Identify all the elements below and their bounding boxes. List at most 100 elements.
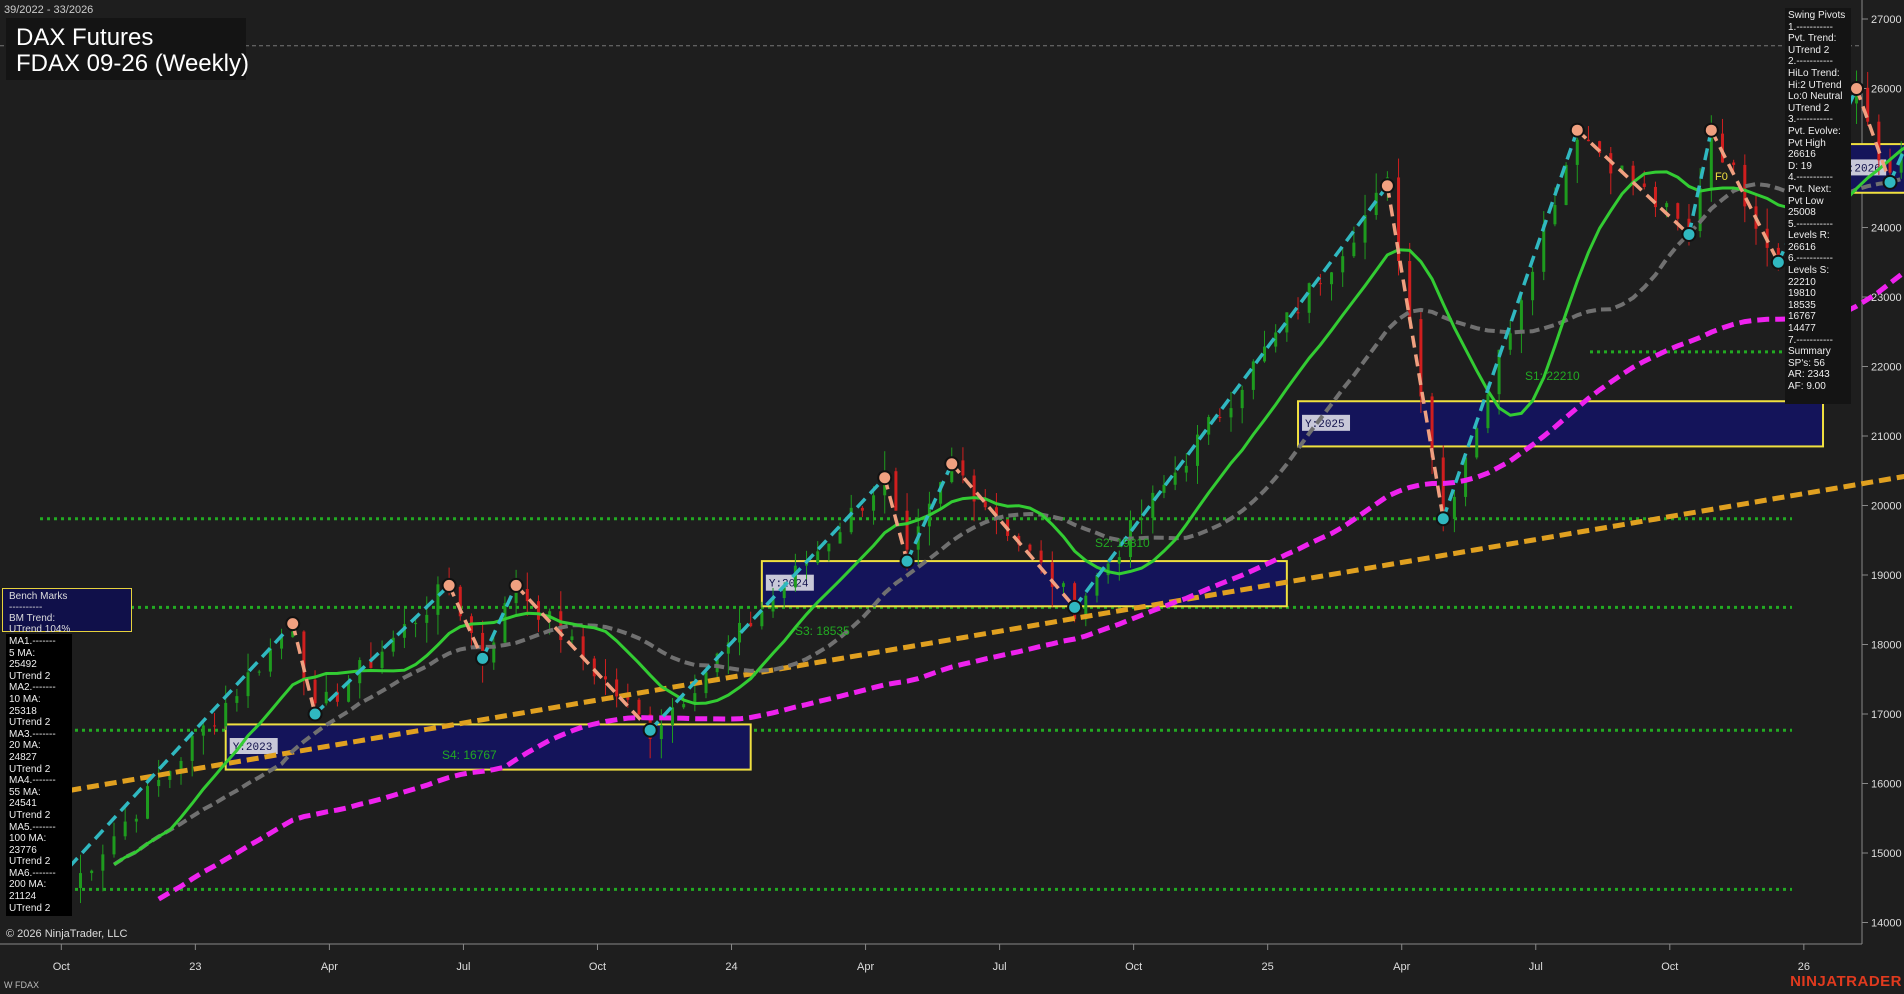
yearly-zone [224, 723, 752, 771]
candle-body [983, 501, 987, 508]
candle-body [1229, 408, 1233, 418]
copyright: © 2026 NinjaTrader, LLC [6, 928, 128, 940]
candle-body [1408, 261, 1412, 320]
ma-panel-line: 25492 [9, 659, 37, 671]
ma-panel-line: 200 MA: [9, 879, 47, 891]
swing-high-marker [944, 456, 960, 472]
candle-body [536, 601, 540, 620]
candle-body [1207, 417, 1211, 435]
y-tick-label: 21000 [1871, 431, 1902, 443]
ma-panel-line: 21124 [9, 891, 37, 903]
candle-body [1330, 272, 1334, 285]
plot-area [0, 0, 1862, 944]
candle-body [1285, 312, 1289, 333]
ma-panel-line: 24827 [9, 751, 37, 763]
ma-panel-line: 25318 [9, 705, 37, 717]
swing-panel-line: HiLo Trend: [1788, 67, 1840, 79]
zone-label: Y:2024 [769, 579, 809, 591]
swing-panel-line: Pvt Low [1788, 195, 1824, 207]
candle-body [827, 543, 831, 552]
candle-body [1095, 575, 1099, 596]
ma-panel-line: 100 MA: [9, 833, 47, 845]
y-tick-label: 24000 [1871, 223, 1902, 235]
candle-body [1195, 434, 1199, 466]
swing-panel-line: Summary [1788, 346, 1831, 358]
swing-low-marker [1770, 254, 1786, 270]
candle-body [749, 622, 753, 627]
candle-body [1140, 518, 1144, 521]
support-label: S4: 16767 [442, 748, 497, 762]
swing-low-marker [475, 650, 491, 666]
candle-body [603, 676, 607, 680]
ma-panel-line: UTrend 2 [9, 856, 51, 868]
ninjatrader-logo: NINJATRADER [1790, 973, 1902, 990]
y-tick-label: 18000 [1871, 640, 1902, 652]
swing-low-marker [899, 553, 915, 569]
swing-panel-line: 18535 [1788, 299, 1816, 311]
candle-body [1039, 550, 1043, 563]
x-tick-label: Apr [857, 961, 874, 973]
x-tick-label: Oct [1125, 961, 1142, 973]
x-tick-label: 24 [725, 961, 737, 973]
ma-panel-line: UTrend 2 [9, 717, 51, 729]
candle-body [302, 631, 306, 680]
y-tick-label: 15000 [1871, 848, 1902, 860]
ma-panel-line: 20 MA: [9, 740, 41, 752]
candle-body [1877, 121, 1881, 161]
candle-body [425, 614, 429, 623]
ma-panel-line: UTrend 2 [9, 670, 51, 682]
swing-high-marker [1849, 81, 1865, 96]
candle-body [101, 854, 105, 871]
candle-body [738, 622, 742, 643]
candle-body [257, 671, 261, 673]
chart-title: DAX Futures [16, 24, 154, 51]
candle-body [659, 724, 663, 740]
candle-body [704, 672, 708, 694]
instrument-label: W FDAX [4, 980, 39, 990]
bench-divider: ---------- [9, 602, 43, 613]
candle-body [1296, 312, 1300, 314]
title-box: DAX Futures FDAX 09-26 (Weekly) [6, 18, 249, 80]
candle-body [615, 679, 619, 697]
y-tick-label: 23000 [1871, 292, 1902, 304]
candle-body [503, 603, 507, 643]
yearly-zone [760, 560, 1288, 608]
candle-body [90, 870, 94, 874]
candle-body [1341, 256, 1345, 273]
y-tick-label: 27000 [1871, 14, 1902, 26]
swing-panel-line: Levels R: [1788, 230, 1830, 242]
swing-panel-line: 2.----------- [1788, 56, 1833, 68]
candle-body [224, 702, 228, 727]
candle-body [637, 699, 641, 715]
candle-body [78, 873, 82, 888]
swing-panel-line: 19810 [1788, 288, 1816, 300]
y-tick-label: 16000 [1871, 779, 1902, 791]
swing-panel-line: UTrend 2 [1788, 102, 1830, 114]
candle-body [414, 622, 418, 625]
x-tick-label: Oct [53, 961, 70, 973]
candle-body [1318, 283, 1322, 285]
swing-panel-line: 3.----------- [1788, 114, 1833, 126]
swing-panel-line: Pvt. Trend: [1788, 33, 1837, 45]
ma-panel-line: 5 MA: [9, 647, 36, 659]
candle-body [436, 584, 440, 615]
price-chart[interactable]: 14000 15000 16000 17000 18000 19000 20000 21000… [0, 0, 1904, 994]
candle-body [380, 651, 384, 668]
y-tick-label: 14000 [1871, 918, 1902, 930]
bench-title: Bench Marks [9, 591, 68, 602]
support-label: S3: 18535 [795, 624, 850, 638]
candle-body [134, 818, 138, 822]
candle-body [1117, 557, 1121, 564]
swing-panel-line: Pvt. Evolve: [1788, 125, 1841, 137]
y-tick-label: 19000 [1871, 570, 1902, 582]
ma-panel-line: MA4.------- [9, 775, 56, 787]
candle-body [592, 658, 596, 677]
candle-body [1162, 484, 1166, 493]
candle-body [1218, 417, 1222, 419]
swing-low-marker [1882, 174, 1898, 190]
ma-panel-line: UTrend 2 [9, 902, 51, 914]
zone-f0-label: F0 [1715, 171, 1728, 183]
ma-panel-line: 10 MA: [9, 693, 41, 705]
swing-high-marker [285, 616, 301, 632]
candle-body [1519, 300, 1523, 334]
